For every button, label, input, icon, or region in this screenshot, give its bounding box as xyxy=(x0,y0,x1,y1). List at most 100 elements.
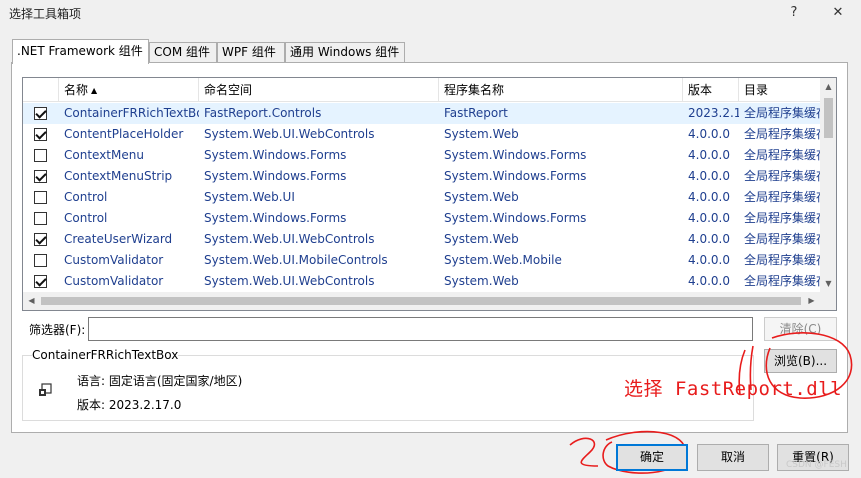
table-row[interactable]: CustomValidator System.Web.UI.WebControls… xyxy=(23,271,820,292)
cell-assembly: System.Web.Mobile xyxy=(444,253,562,267)
cell-version: 4.0.0.0 xyxy=(688,211,730,225)
cell-namespace: System.Windows.Forms xyxy=(204,211,347,225)
cell-assembly: System.Windows.Forms xyxy=(444,211,587,225)
tab-com[interactable]: COM 组件 xyxy=(149,42,217,63)
cell-assembly: System.Web xyxy=(444,190,519,204)
component-icon xyxy=(39,383,52,396)
help-icon[interactable]: ? xyxy=(780,2,808,24)
scroll-up-icon[interactable]: ▲ xyxy=(820,78,836,95)
cell-version: 4.0.0.0 xyxy=(688,169,730,183)
row-checkbox[interactable] xyxy=(34,275,47,288)
row-checkbox[interactable] xyxy=(34,191,47,204)
cell-directory: 全局程序集缓存 xyxy=(744,169,820,183)
tab-net-framework[interactable]: .NET Framework 组件 xyxy=(12,39,149,64)
annotation-text: 选择 FastReport.dll xyxy=(624,378,843,400)
header-assembly[interactable]: 程序集名称 xyxy=(439,78,683,102)
row-checkbox[interactable] xyxy=(34,233,47,246)
row-checkbox[interactable] xyxy=(34,107,47,120)
info-language: 语言: 固定语言(固定国家/地区) xyxy=(77,374,243,388)
cell-name: Control xyxy=(64,211,108,225)
title-bar: 选择工具箱项 ? ✕ xyxy=(0,0,861,26)
filter-label: 筛选器(F): xyxy=(29,323,86,337)
cell-namespace: System.Windows.Forms xyxy=(204,148,347,162)
info-version: 版本: 2023.2.17.0 xyxy=(77,398,182,412)
cell-name: ContainerFRRichTextBox xyxy=(64,106,199,120)
cell-version: 4.0.0.0 xyxy=(688,190,730,204)
cell-directory: 全局程序集缓存 xyxy=(744,274,820,288)
cell-version: 4.0.0.0 xyxy=(688,232,730,246)
cell-directory: 全局程序集缓存 xyxy=(744,127,820,141)
header-namespace[interactable]: 命名空间 xyxy=(199,78,439,102)
cell-name: CreateUserWizard xyxy=(64,232,173,246)
header-checkbox-column xyxy=(23,78,59,102)
header-version[interactable]: 版本 xyxy=(683,78,739,102)
table-row[interactable]: CreateUserWizard System.Web.UI.WebControl… xyxy=(23,229,820,250)
scroll-right-icon[interactable]: ▶ xyxy=(803,292,820,310)
cell-directory: 全局程序集缓存 xyxy=(744,253,820,267)
table-row[interactable]: Control System.Windows.Forms System.Window… xyxy=(23,208,820,229)
component-info-title: ContainerFRRichTextBox xyxy=(32,348,179,362)
table-row[interactable]: ContainerFRRichTextBox FastReport.Control… xyxy=(23,103,820,124)
cell-directory: 全局程序集缓存 xyxy=(744,211,820,225)
close-icon[interactable]: ✕ xyxy=(824,2,852,24)
cancel-button[interactable]: 取消 xyxy=(697,444,769,471)
scroll-down-icon[interactable]: ▼ xyxy=(820,275,836,292)
header-directory[interactable]: 目录 xyxy=(739,78,820,102)
cell-directory: 全局程序集缓存 xyxy=(744,232,820,246)
cell-assembly: System.Windows.Forms xyxy=(444,148,587,162)
scroll-corner xyxy=(820,292,836,310)
cell-assembly: System.Windows.Forms xyxy=(444,169,587,183)
cell-namespace: System.Web.UI.WebControls xyxy=(204,127,375,141)
window-title: 选择工具箱项 xyxy=(9,7,82,21)
grid-header: 名称 ▲ 命名空间 程序集名称 版本 目录 xyxy=(23,78,820,102)
cell-namespace: FastReport.Controls xyxy=(204,106,322,120)
cell-version: 4.0.0.0 xyxy=(688,274,730,288)
cell-name: Control xyxy=(64,190,108,204)
cell-version: 4.0.0.0 xyxy=(688,127,730,141)
cell-namespace: System.Web.UI.WebControls xyxy=(204,274,375,288)
cell-namespace: System.Web.UI xyxy=(204,190,295,204)
cell-name: CustomValidator xyxy=(64,274,164,288)
table-row[interactable]: ContextMenu System.Windows.Forms System.Wi… xyxy=(23,145,820,166)
row-checkbox[interactable] xyxy=(34,128,47,141)
cell-assembly: FastReport xyxy=(444,106,508,120)
cell-namespace: System.Web.UI.WebControls xyxy=(204,232,375,246)
row-checkbox[interactable] xyxy=(34,149,47,162)
scroll-left-icon[interactable]: ◀ xyxy=(23,292,40,310)
component-grid: 名称 ▲ 命名空间 程序集名称 版本 目录 ContainerFRRichText… xyxy=(22,77,837,311)
row-checkbox[interactable] xyxy=(34,212,47,225)
cell-version: 4.0.0.0 xyxy=(688,253,730,267)
horizontal-scrollbar[interactable]: ◀ ▶ xyxy=(23,292,820,310)
cell-assembly: System.Web xyxy=(444,232,519,246)
vertical-scroll-thumb[interactable] xyxy=(824,98,833,138)
table-row[interactable]: Control System.Web.UI System.Web 4.0.0.0 全局程… xyxy=(23,187,820,208)
cell-name: CustomValidator xyxy=(64,253,164,267)
filter-input[interactable] xyxy=(88,317,753,341)
header-name[interactable]: 名称 ▲ xyxy=(59,78,199,102)
cell-directory: 全局程序集缓存 xyxy=(744,148,820,162)
cell-namespace: System.Windows.Forms xyxy=(204,169,347,183)
tab-wpf[interactable]: WPF 组件 xyxy=(217,42,285,63)
row-checkbox[interactable] xyxy=(34,254,47,267)
cell-namespace: System.Web.UI.MobileControls xyxy=(204,253,388,267)
clear-button[interactable]: 清除(C) xyxy=(764,317,837,341)
cell-directory: 全局程序集缓存 xyxy=(744,106,820,120)
sort-ascending-icon: ▲ xyxy=(91,86,98,95)
cell-version: 4.0.0.0 xyxy=(688,148,730,162)
watermark: CSDN @FESH xyxy=(786,460,847,470)
vertical-scrollbar[interactable]: ▲ ▼ xyxy=(820,78,836,292)
cell-assembly: System.Web xyxy=(444,127,519,141)
cell-assembly: System.Web xyxy=(444,274,519,288)
horizontal-scroll-thumb[interactable] xyxy=(41,297,801,305)
cell-directory: 全局程序集缓存 xyxy=(744,190,820,204)
table-row[interactable]: ContentPlaceHolder System.Web.UI.WebContr… xyxy=(23,124,820,145)
table-row[interactable]: CustomValidator System.Web.UI.MobileContr… xyxy=(23,250,820,271)
ok-button[interactable]: 确定 xyxy=(616,444,688,471)
cell-name: ContentPlaceHolder xyxy=(64,127,184,141)
cell-name: ContextMenu xyxy=(64,148,144,162)
cell-name: ContextMenuStrip xyxy=(64,169,173,183)
tab-universal-windows[interactable]: 通用 Windows 组件 xyxy=(285,42,405,63)
row-checkbox[interactable] xyxy=(34,170,47,183)
browse-button[interactable]: 浏览(B)... xyxy=(764,349,837,373)
table-row[interactable]: ContextMenuStrip System.Windows.Forms Syst… xyxy=(23,166,820,187)
